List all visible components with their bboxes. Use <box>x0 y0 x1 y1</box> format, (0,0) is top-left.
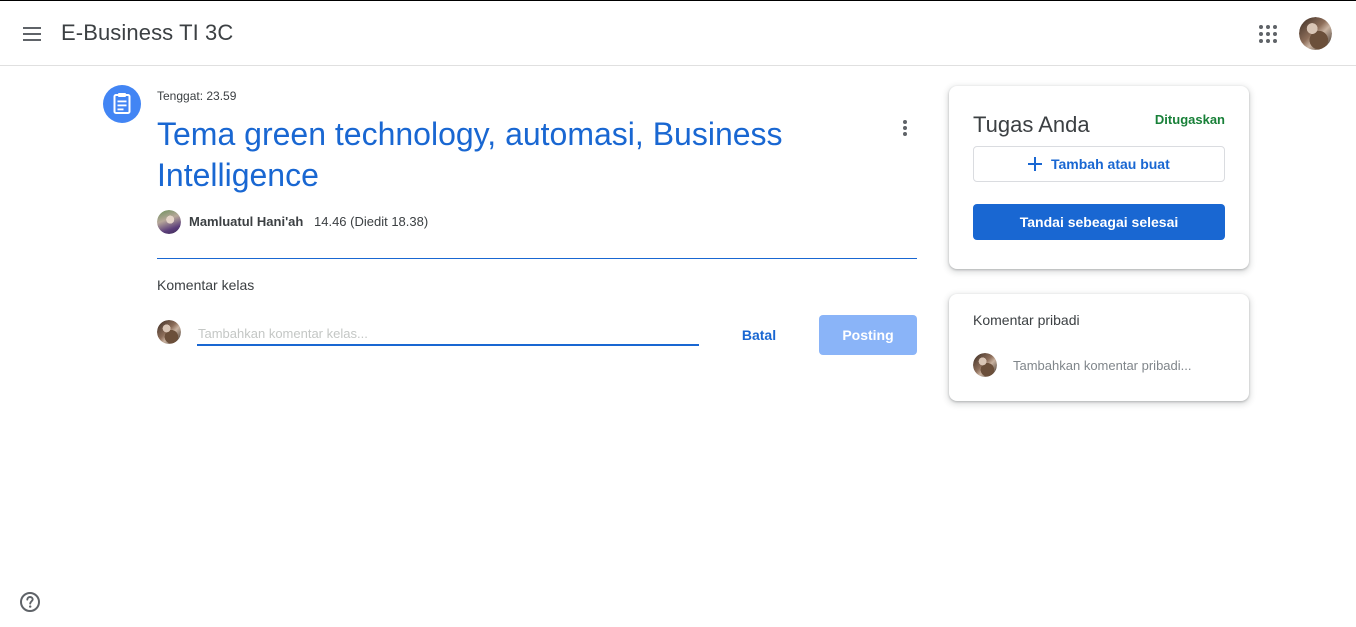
private-comment-input[interactable]: Tambahkan komentar pribadi... <box>1013 358 1191 373</box>
author-avatar <box>157 210 181 234</box>
class-comments-heading: Komentar kelas <box>157 277 255 293</box>
author-name: Mamluatul Hani'ah <box>189 214 304 229</box>
menu-icon[interactable] <box>20 22 44 46</box>
private-comments-card: Komentar pribadi Tambahkan komentar prib… <box>949 294 1249 401</box>
plus-icon <box>1027 156 1043 172</box>
post-comment-button[interactable]: Posting <box>819 315 917 355</box>
private-comments-heading: Komentar pribadi <box>973 312 1080 328</box>
user-avatar <box>973 353 997 377</box>
your-work-card: Tugas Anda Ditugaskan Tambah atau buat T… <box>949 86 1249 269</box>
post-timestamp: 14.46 (Diedit 18.38) <box>314 214 429 229</box>
help-icon[interactable] <box>19 591 41 613</box>
add-or-create-button[interactable]: Tambah atau buat <box>973 146 1225 182</box>
cancel-button[interactable]: Batal <box>726 318 792 352</box>
apps-grid-icon[interactable] <box>1256 22 1280 46</box>
due-date: Tenggat: 23.59 <box>157 89 237 103</box>
top-app-bar: E-Business TI 3C <box>0 0 1356 66</box>
add-or-create-label: Tambah atau buat <box>1051 156 1170 172</box>
assignment-icon <box>103 85 141 123</box>
user-avatar <box>157 320 181 344</box>
class-comment-input[interactable] <box>197 322 699 346</box>
account-avatar[interactable] <box>1299 17 1332 50</box>
assignment-title: Tema green technology, automasi, Busines… <box>157 116 783 193</box>
more-options-icon[interactable] <box>893 116 917 140</box>
status-badge: Ditugaskan <box>1154 112 1225 127</box>
your-work-title: Tugas Anda <box>973 112 1090 137</box>
class-title[interactable]: E-Business TI 3C <box>61 20 233 46</box>
divider <box>157 258 917 259</box>
mark-as-done-button[interactable]: Tandai sebeagai selesai <box>973 204 1225 240</box>
